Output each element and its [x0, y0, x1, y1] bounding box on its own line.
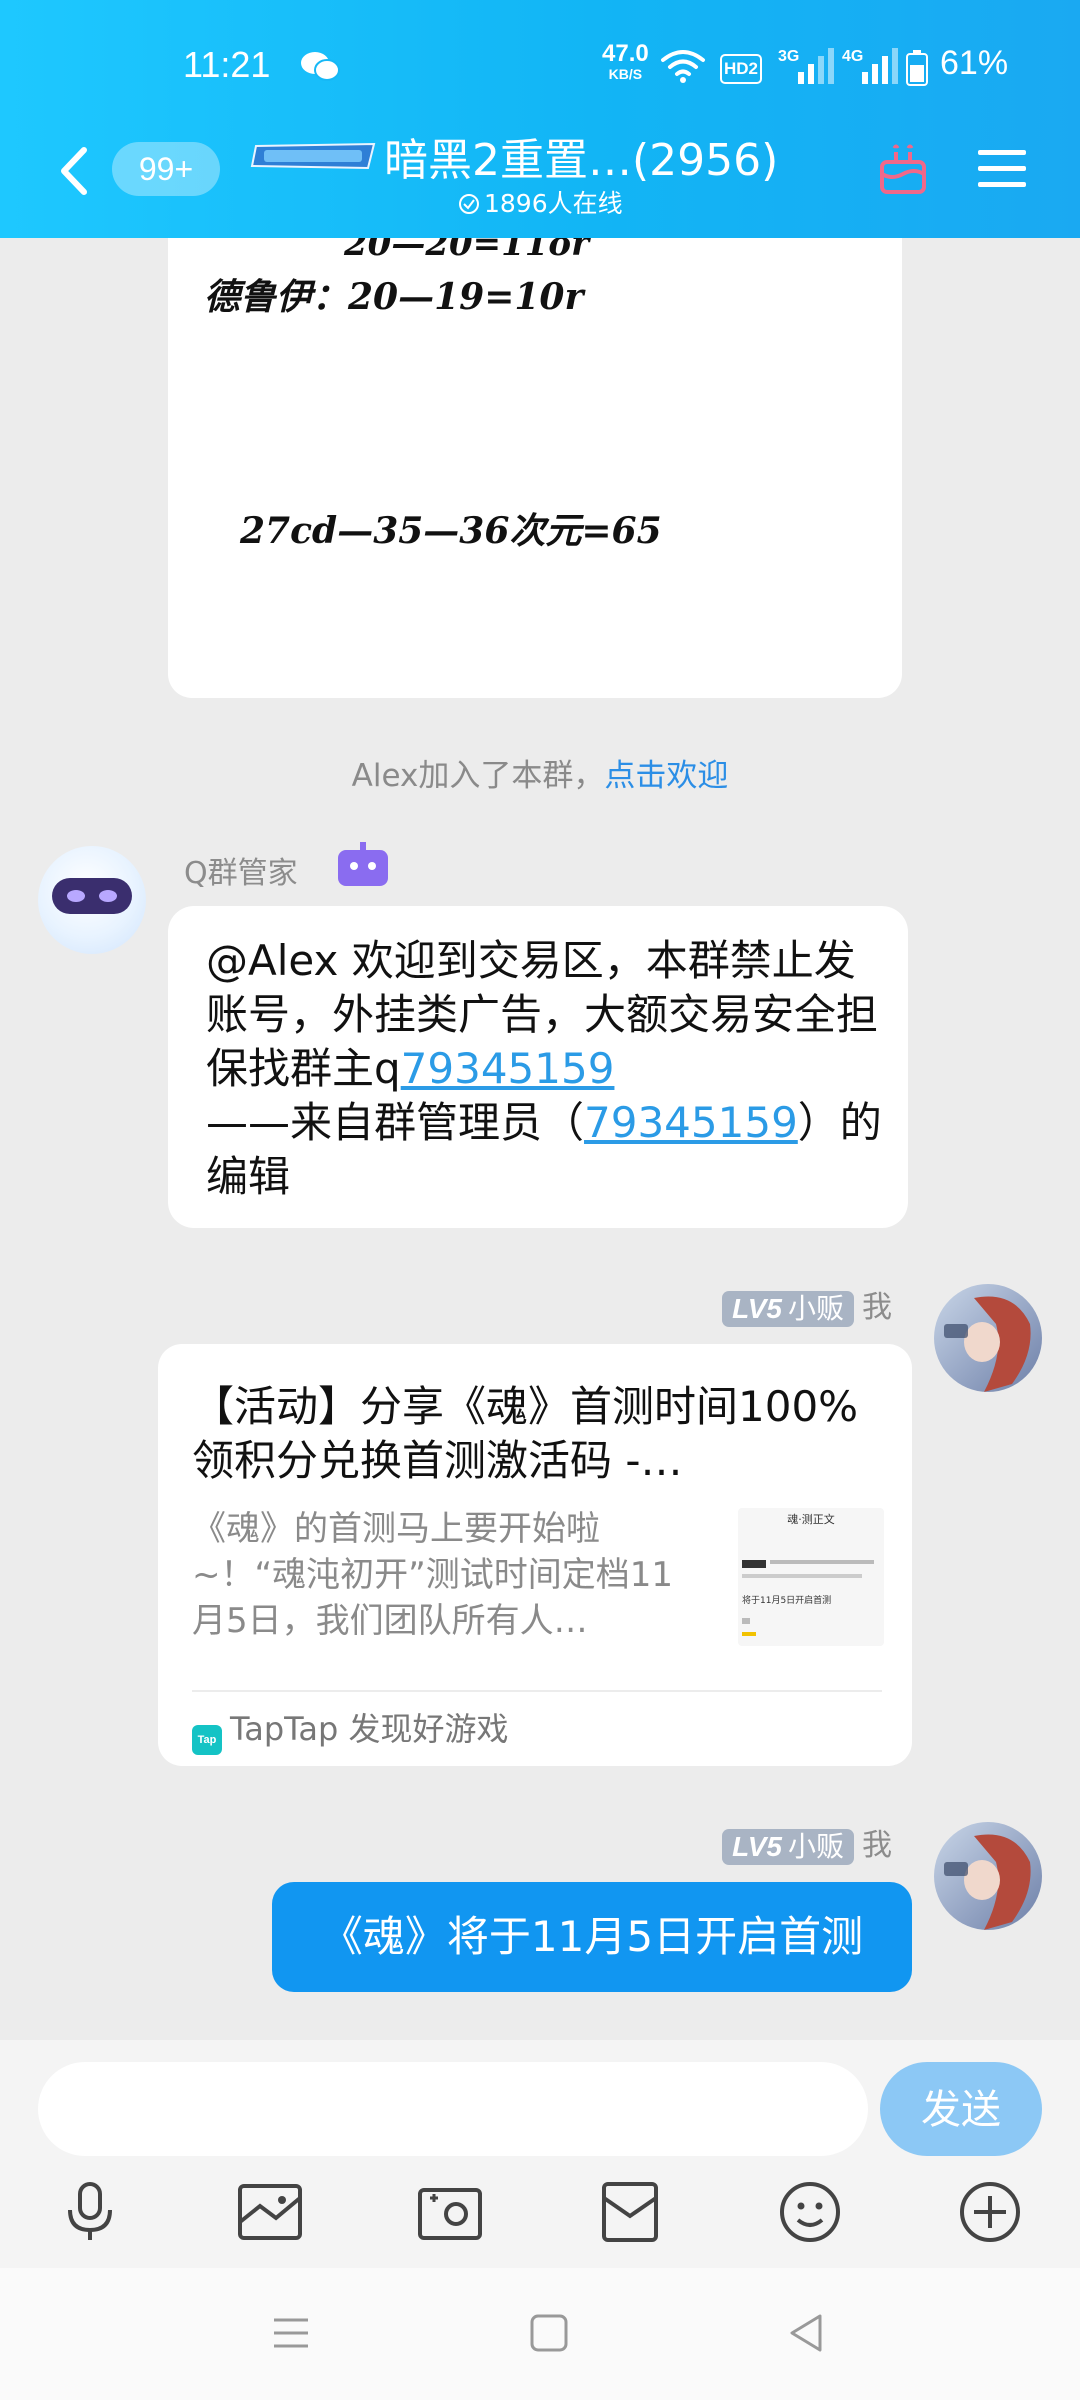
share-description: 《魂》的首测马上要开始啦~！“魂沌初开”测试时间定档11月5日，我们团队所有人…: [192, 1509, 673, 1641]
image-message[interactable]: 20—20=11or 德鲁伊：20—19=10r 27cd—35—36次元=65: [168, 238, 902, 698]
bot-message-bubble[interactable]: @Alex 欢迎到交易区，本群禁止发账号，外挂类广告，大额交易安全担保找群主q7…: [168, 906, 908, 1228]
image-text-line-cut: 20—20=11or: [344, 238, 590, 264]
qq-link-1[interactable]: 79345159: [401, 1044, 615, 1093]
camera-icon[interactable]: [414, 2176, 486, 2248]
back-arrow-icon[interactable]: [56, 146, 92, 196]
welcome-link[interactable]: 点击欢迎: [604, 758, 728, 794]
bot-avatar[interactable]: [38, 846, 146, 954]
my-avatar[interactable]: [934, 1822, 1042, 1930]
group-logo-icon: [250, 142, 376, 170]
bot-message-text: @Alex 欢迎到交易区，本群禁止发账号，外挂类广告，大额交易安全担保找群主q7…: [206, 936, 882, 1201]
share-title: 【活动】分享《魂》首测时间100%领积分兑换首测激活码 -…: [192, 1382, 859, 1485]
wifi-icon: [661, 50, 705, 83]
share-card[interactable]: 【活动】分享《魂》首测时间100%领积分兑换首测激活码 -… 《魂》的首测马上要…: [158, 1344, 912, 1766]
image-text-line-2: 27cd—35—36次元=65: [240, 510, 662, 552]
system-notice: Alex加入了本群，点击欢迎: [351, 758, 729, 794]
signal-4g-icon: 4G: [842, 48, 900, 86]
red-packet-icon[interactable]: [594, 2176, 666, 2248]
robot-badge-icon: [338, 842, 388, 886]
network-speed: 47.0 KB/S: [602, 40, 649, 83]
image-text-line-1: 德鲁伊：20—19=10r: [204, 276, 584, 318]
online-status-icon: [459, 194, 479, 214]
my-name-row: LV5 小贩我: [722, 1282, 892, 1327]
signal-3g-icon: 3G: [778, 48, 836, 86]
my-avatar[interactable]: [934, 1284, 1042, 1392]
battery-icon: [906, 50, 928, 86]
share-source: Tap TapTap 发现好游戏: [192, 1704, 509, 1755]
system-nav-bar: [0, 2268, 1080, 2400]
image-icon[interactable]: [234, 2176, 306, 2248]
status-bar: 11:21 47.0 KB/S HD2 3G 4G 61%: [0, 0, 1080, 140]
status-time: 11:21: [183, 44, 271, 85]
share-thumbnail: 魂·测正文 将于11月5日开启首测: [738, 1508, 884, 1646]
online-count: 1896人在线: [458, 184, 623, 220]
divider: [192, 1690, 882, 1692]
sender-name: Q群管家: [184, 856, 298, 891]
group-title[interactable]: 暗黑2重置…(2956): [384, 124, 778, 188]
hd-badge: HD2: [720, 54, 762, 84]
microphone-icon[interactable]: [54, 2176, 126, 2248]
home-icon[interactable]: [524, 2308, 574, 2358]
send-button[interactable]: 发送: [880, 2062, 1042, 2156]
plus-icon[interactable]: [954, 2176, 1026, 2248]
input-bar: 发送: [0, 2040, 1080, 2268]
menu-icon[interactable]: [976, 146, 1028, 192]
unread-count-badge[interactable]: 99+: [112, 142, 220, 196]
emoji-icon[interactable]: [774, 2176, 846, 2248]
level-tag: LV5 小贩: [722, 1828, 854, 1865]
my-name-row: LV5 小贩我: [722, 1820, 892, 1865]
battery-percent: 61%: [940, 44, 1009, 82]
birthday-cake-icon[interactable]: [874, 140, 932, 198]
level-tag: LV5 小贩: [722, 1290, 854, 1327]
wechat-notification-icon: [301, 52, 340, 81]
back-icon[interactable]: [782, 2308, 832, 2358]
qq-link-2[interactable]: 79345159: [584, 1098, 798, 1147]
taptap-icon: Tap: [192, 1725, 222, 1755]
recent-apps-icon[interactable]: [266, 2308, 316, 2358]
message-input[interactable]: [38, 2062, 868, 2156]
chat-header: 11:21 47.0 KB/S HD2 3G 4G 61% 99+ 暗黑2重置……: [0, 0, 1080, 238]
my-message-bubble[interactable]: 《魂》将于11月5日开启首测: [272, 1882, 912, 1992]
